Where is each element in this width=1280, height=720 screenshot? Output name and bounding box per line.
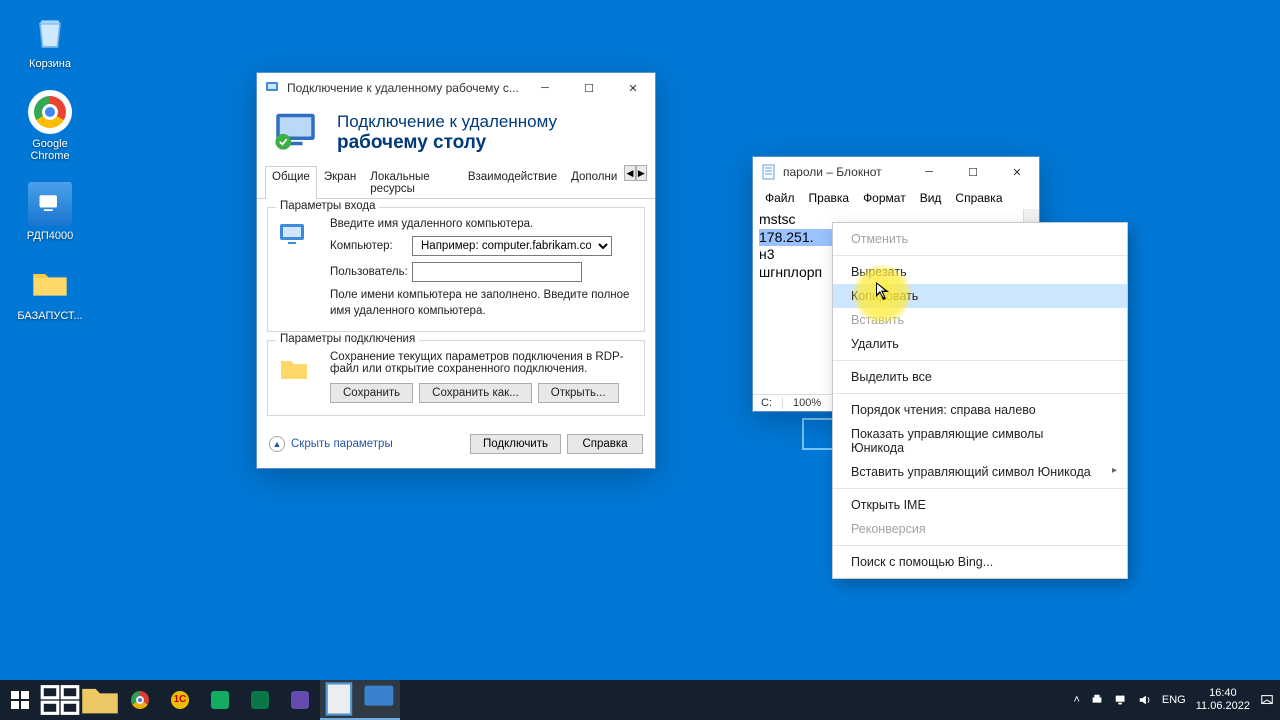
status-col-value: 100% (782, 397, 831, 409)
rdp-title-icon (265, 80, 281, 96)
rdp-icon (28, 182, 72, 226)
rdp-header-line1: Подключение к удаленному (337, 112, 557, 131)
context-menu-item[interactable]: Порядок чтения: справа налево (833, 398, 1127, 422)
taskbar-explorer[interactable] (80, 680, 120, 720)
start-button[interactable] (0, 680, 40, 720)
user-field[interactable] (412, 262, 582, 282)
tab-local-resources[interactable]: Локальные ресурсы (363, 166, 461, 199)
task-view-button[interactable] (40, 680, 80, 720)
rdp-header-line2: рабочему столу (337, 132, 486, 153)
context-menu-item[interactable]: Открыть IME (833, 493, 1127, 517)
hide-options-link[interactable]: ▲ Скрыть параметры (269, 436, 393, 452)
help-button[interactable]: Справка (567, 434, 643, 454)
rdp-title-text: Подключение к удаленному рабочему с... (287, 81, 523, 95)
maximize-button[interactable]: ☐ (567, 73, 611, 103)
folder-open-icon (278, 353, 310, 385)
taskbar-app-green2[interactable] (240, 680, 280, 720)
save-button[interactable]: Сохранить (330, 383, 413, 403)
tab-scroll-left[interactable]: ◀ (624, 165, 635, 181)
tab-scroll-right[interactable]: ▶ (636, 165, 647, 181)
save-as-button[interactable]: Сохранить как... (419, 383, 532, 403)
connect-button[interactable]: Подключить (470, 434, 561, 454)
user-label: Пользователь: (330, 266, 412, 278)
tab-display[interactable]: Экран (317, 166, 363, 199)
notepad-icon (761, 164, 777, 180)
chevron-up-icon: ▲ (269, 436, 285, 452)
menu-edit[interactable]: Правка (803, 189, 856, 207)
notepad-menubar: Файл Правка Формат Вид Справка (753, 187, 1039, 209)
desktop-icon-recycle-bin[interactable]: Корзина (14, 10, 86, 70)
context-menu-item[interactable]: Вырезать (833, 260, 1127, 284)
status-col-label: С: (761, 397, 782, 409)
tray-notifications-icon[interactable] (1260, 693, 1274, 707)
computer-icon (278, 220, 310, 252)
login-legend: Параметры входа (276, 200, 379, 212)
system-tray: ˄ ENG 16:40 11.06.2022 (1073, 687, 1280, 712)
desktop-selection-marker (802, 418, 834, 450)
taskbar-rdp[interactable] (360, 680, 400, 720)
notepad-titlebar[interactable]: пароли – Блокнот ─ ☐ ✕ (753, 157, 1039, 187)
context-menu-item[interactable]: Выделить все (833, 365, 1127, 389)
close-button[interactable]: ✕ (995, 157, 1039, 187)
desktop-icon-label: Корзина (14, 58, 86, 70)
context-menu-item[interactable]: Поиск с помощью Bing... (833, 550, 1127, 574)
taskbar-app-green[interactable] (200, 680, 240, 720)
rdp-header: Подключение к удаленному рабочему столу (257, 103, 655, 165)
tab-advanced[interactable]: Дополни (564, 166, 624, 199)
taskbar: 1C ˄ ENG 16:40 11.06.2022 (0, 680, 1280, 720)
chrome-icon (28, 90, 72, 134)
context-menu-item: Отменить (833, 227, 1127, 251)
notepad-title-text: пароли – Блокнот (783, 165, 907, 179)
desktop-icon-label: Google Chrome (14, 138, 86, 162)
desktop-icon-label: РДП4000 (14, 230, 86, 242)
menu-view[interactable]: Вид (914, 189, 948, 207)
tray-network-icon[interactable] (1114, 693, 1128, 707)
login-prompt: Введите имя удаленного компьютера. (330, 218, 634, 230)
desktop-icon-folder[interactable]: БАЗАПУСТ... (14, 262, 86, 322)
connection-group: Параметры подключения Сохранение текущих… (267, 340, 645, 416)
minimize-button[interactable]: ─ (907, 157, 951, 187)
tray-clock[interactable]: 16:40 11.06.2022 (1196, 687, 1250, 712)
rdp-header-icon (271, 109, 327, 157)
context-menu-item[interactable]: Удалить (833, 332, 1127, 356)
tray-volume-icon[interactable] (1138, 693, 1152, 707)
computer-field[interactable]: Например: computer.fabrikam.com (412, 236, 612, 256)
tray-language[interactable]: ENG (1162, 694, 1186, 706)
rdp-tabs: Общие Экран Локальные ресурсы Взаимодейс… (257, 165, 655, 199)
context-menu-item[interactable]: Копировать (833, 284, 1127, 308)
login-group: Параметры входа Введите имя удаленного к… (267, 207, 645, 332)
menu-format[interactable]: Формат (857, 189, 912, 207)
taskbar-app-purple[interactable] (280, 680, 320, 720)
tab-general[interactable]: Общие (265, 166, 317, 199)
taskbar-1c[interactable]: 1C (160, 680, 200, 720)
open-button[interactable]: Открыть... (538, 383, 619, 403)
folder-icon (28, 262, 72, 306)
conn-legend: Параметры подключения (276, 333, 419, 345)
context-menu: Отменить ВырезатьКопироватьВставитьУдалит… (832, 222, 1128, 579)
tray-chevron-icon[interactable]: ˄ (1073, 694, 1079, 706)
rdp-window: Подключение к удаленному рабочему с... ─… (256, 72, 656, 469)
login-help: Поле имени компьютера не заполнено. Введ… (330, 288, 634, 319)
rdp-footer: ▲ Скрыть параметры Подключить Справка (257, 424, 655, 468)
close-button[interactable]: ✕ (611, 73, 655, 103)
taskbar-notepad[interactable] (320, 680, 360, 720)
conn-text: Сохранение текущих параметров подключени… (330, 351, 634, 375)
taskbar-chrome[interactable] (120, 680, 160, 720)
context-menu-item[interactable]: Вставить управляющий символ Юникода (833, 460, 1127, 484)
context-menu-item[interactable]: Показать управляющие символы Юникода (833, 422, 1127, 460)
desktop-icon-rdp[interactable]: РДП4000 (14, 182, 86, 242)
tray-printer-icon[interactable] (1090, 693, 1104, 707)
menu-file[interactable]: Файл (759, 189, 801, 207)
maximize-button[interactable]: ☐ (951, 157, 995, 187)
minimize-button[interactable]: ─ (523, 73, 567, 103)
context-menu-item: Реконверсия (833, 517, 1127, 541)
context-menu-item: Вставить (833, 308, 1127, 332)
tab-experience[interactable]: Взаимодействие (461, 166, 564, 199)
recycle-bin-icon (28, 10, 72, 54)
computer-label: Компьютер: (330, 240, 412, 252)
desktop-icon-label: БАЗАПУСТ... (14, 310, 86, 322)
desktop-icon-chrome[interactable]: Google Chrome (14, 90, 86, 162)
menu-help[interactable]: Справка (949, 189, 1008, 207)
rdp-titlebar[interactable]: Подключение к удаленному рабочему с... ─… (257, 73, 655, 103)
